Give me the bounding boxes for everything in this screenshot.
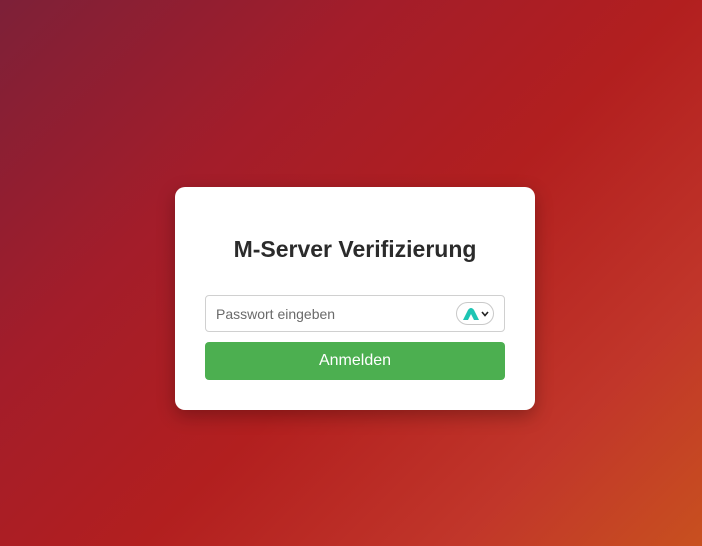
page-title: M-Server Verifizierung [233, 236, 477, 262]
password-manager-button[interactable] [456, 302, 494, 325]
password-manager-logo-icon [462, 307, 479, 320]
verification-card: M-Server Verifizierung Anmelden [175, 187, 535, 410]
chevron-down-icon [480, 310, 489, 317]
password-input[interactable] [216, 296, 451, 331]
password-field-container[interactable] [205, 295, 505, 332]
login-button[interactable]: Anmelden [205, 342, 505, 380]
